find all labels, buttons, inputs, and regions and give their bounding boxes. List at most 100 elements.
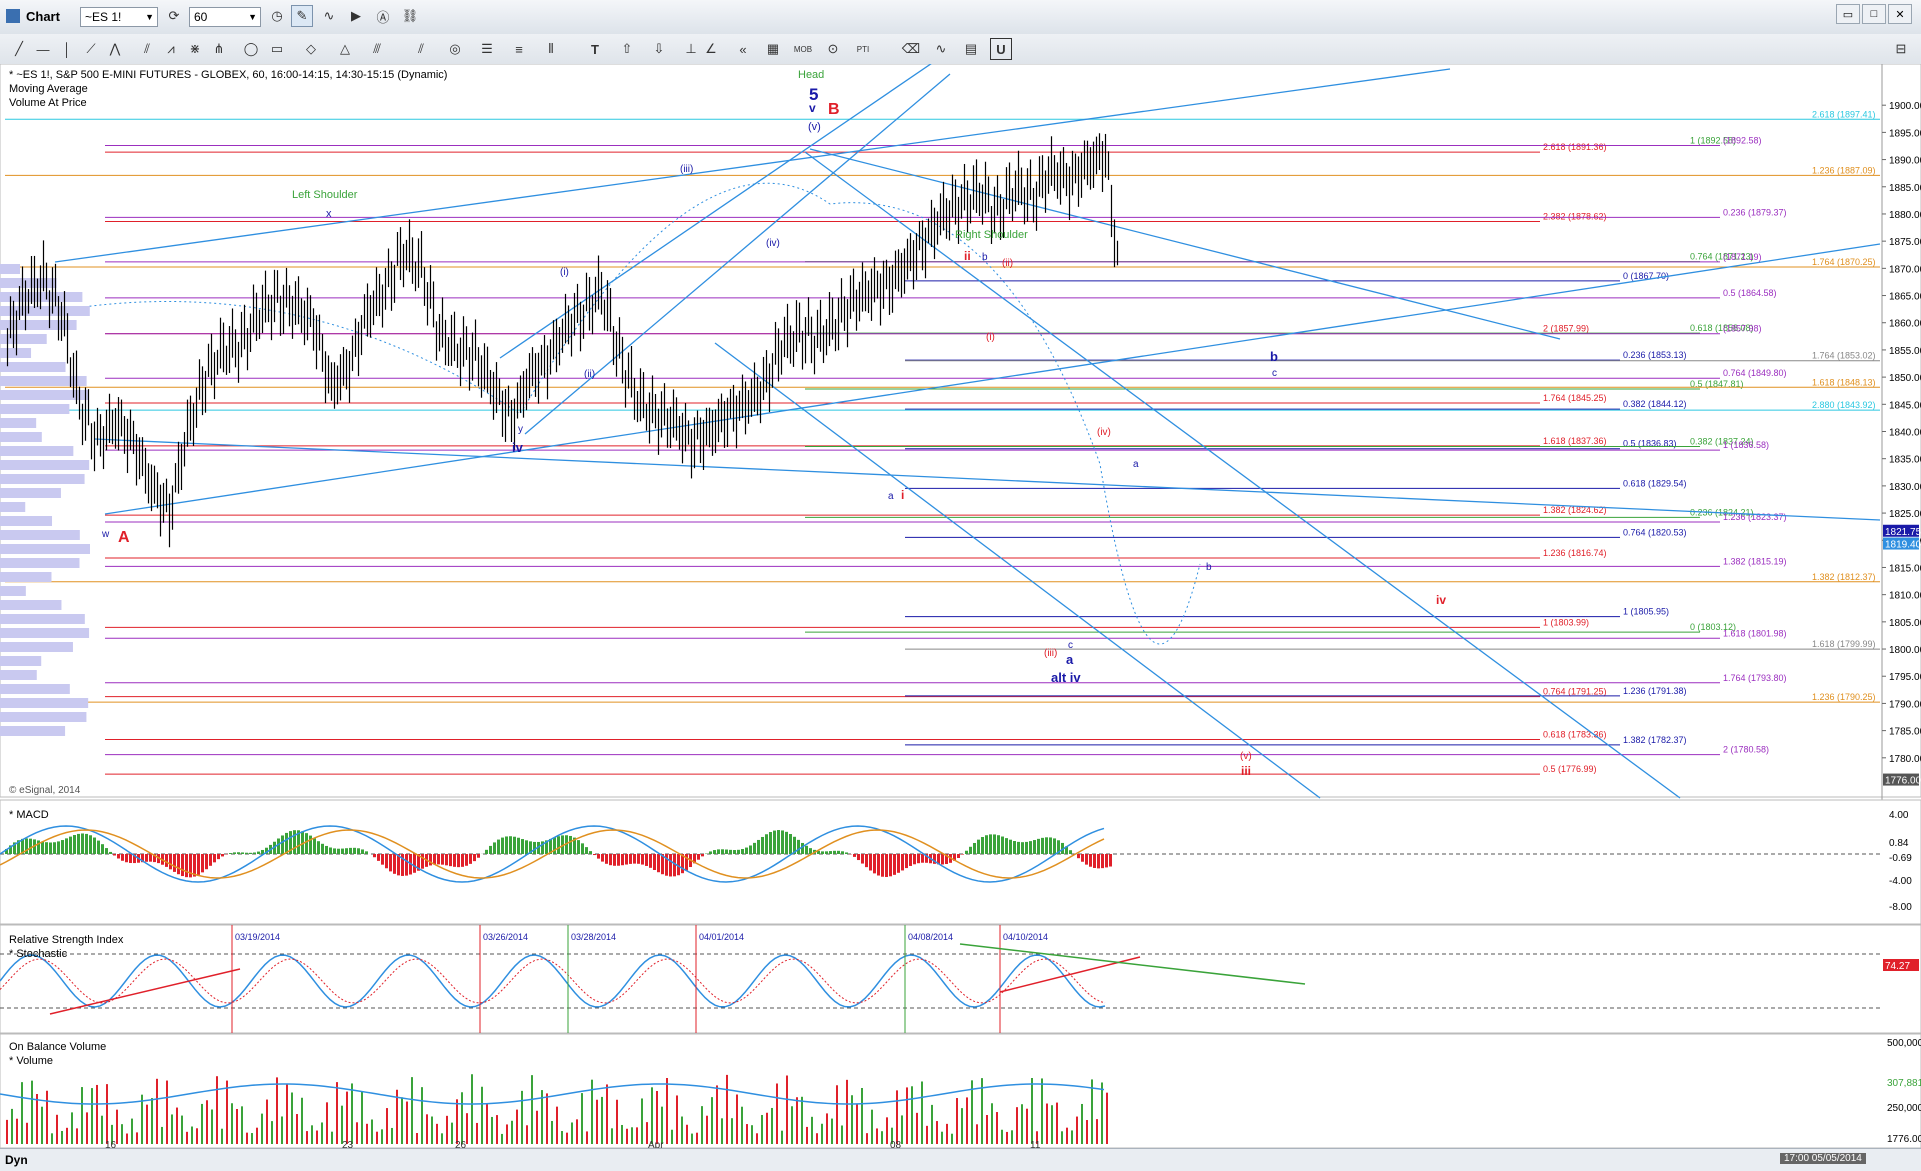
macd-histogram-bar xyxy=(113,854,116,855)
macd-histogram-bar xyxy=(841,851,844,854)
cycle-icon[interactable]: ◎ xyxy=(444,38,466,60)
stamp-icon[interactable]: ⊥ xyxy=(680,38,702,60)
fan-icon[interactable]: ⩘ xyxy=(160,38,182,60)
price-tick-label: 1835.00 xyxy=(1889,455,1921,466)
macd-histogram-bar xyxy=(337,849,340,854)
macd-histogram-bar xyxy=(213,854,216,862)
fib-time-icon[interactable]: ⦀ xyxy=(540,38,562,60)
ellipse-icon[interactable]: ◯ xyxy=(240,38,262,60)
pencil-icon[interactable]: ✎ xyxy=(291,5,313,27)
angle-icon[interactable]: ∠ xyxy=(700,38,722,60)
volume-bar xyxy=(451,1123,453,1144)
link-icon[interactable]: ⛓ xyxy=(399,5,421,27)
volume-bar xyxy=(91,1088,93,1144)
macd-histogram-bar xyxy=(577,840,580,854)
volume-bar xyxy=(726,1075,728,1144)
parallel-icon[interactable]: ⫻ xyxy=(366,38,388,60)
text-tool-icon[interactable]: T xyxy=(584,38,606,60)
fib-level-label: 0.5 (1776.99) xyxy=(1543,764,1597,774)
price-tick-label: 1840.00 xyxy=(1889,428,1921,439)
volume-bar xyxy=(841,1125,843,1144)
volume-bar xyxy=(616,1100,618,1144)
volume-bar xyxy=(496,1115,498,1144)
back-arrows-icon[interactable]: « xyxy=(732,38,754,60)
fib-level-label: 1.236 (1790.25) xyxy=(1812,692,1876,702)
symbol-input[interactable]: ~ES 1!▼ xyxy=(80,7,158,27)
macd-histogram-bar xyxy=(861,854,864,864)
fib-extension-icon[interactable]: ≡ xyxy=(508,38,530,60)
vertical-line-icon[interactable]: │ xyxy=(56,38,78,60)
volume-bar xyxy=(171,1114,173,1144)
refresh-icon[interactable]: ⟳ xyxy=(163,5,185,27)
diamond-icon[interactable]: ◇ xyxy=(300,38,322,60)
macd-histogram-bar xyxy=(69,837,72,854)
eraser-icon[interactable]: ⌫ xyxy=(900,38,922,60)
zigzag-icon[interactable]: ⋀ xyxy=(104,38,126,60)
volume-at-price-bar xyxy=(0,628,89,638)
price-tick-label: 1825.00 xyxy=(1889,509,1921,520)
magnet-icon[interactable]: U xyxy=(990,38,1012,60)
close-button[interactable]: ✕ xyxy=(1888,4,1912,24)
macd-histogram-bar xyxy=(349,848,352,854)
history-icon[interactable]: ◷ xyxy=(266,5,288,27)
volume-bar xyxy=(431,1117,433,1144)
ray-icon[interactable]: ⟋ xyxy=(80,38,102,60)
rectangle-icon[interactable]: ▭ xyxy=(266,38,288,60)
volume-bar xyxy=(301,1098,303,1144)
wave-label: (i) xyxy=(986,332,995,343)
macd-histogram-bar xyxy=(389,854,392,871)
fib-level-label: 0.618 (1829.54) xyxy=(1623,478,1687,488)
chevron-down-icon: ▼ xyxy=(248,8,257,26)
macd-histogram-bar xyxy=(889,854,892,876)
macd-histogram-bar xyxy=(713,850,716,854)
fib-level-label: 1.618 (1837.36) xyxy=(1543,436,1607,446)
macd-histogram-bar xyxy=(77,834,80,854)
grid-icon[interactable]: ▦ xyxy=(762,38,784,60)
volume-bar xyxy=(601,1097,603,1144)
pitchfork-icon[interactable]: ⋔ xyxy=(208,38,230,60)
volume-bar xyxy=(606,1084,608,1144)
volume-bar xyxy=(21,1082,23,1144)
macd-histogram-bar xyxy=(1037,839,1040,854)
wave-label: a xyxy=(888,491,894,502)
alert-icon[interactable]: Ⓐ xyxy=(372,5,394,27)
macd-histogram-bar xyxy=(365,851,368,854)
macd-histogram-bar xyxy=(721,849,724,854)
mob-icon[interactable]: MOB xyxy=(792,38,814,60)
macd-histogram-bar xyxy=(1013,841,1016,854)
volume-bar xyxy=(956,1098,958,1144)
gann-icon[interactable]: ⋇ xyxy=(184,38,206,60)
volume-bar xyxy=(831,1119,833,1144)
volume-bar xyxy=(691,1134,693,1144)
play-icon[interactable]: ▶ xyxy=(345,5,367,27)
macd-histogram-bar xyxy=(645,854,648,866)
line-tool-icon[interactable]: ╱ xyxy=(8,38,30,60)
price-tick-label: 1795.00 xyxy=(1889,672,1921,683)
wave-label: x xyxy=(326,208,332,220)
macd-histogram-bar xyxy=(45,842,48,854)
channel-icon[interactable]: ⫽ xyxy=(136,38,158,60)
arrow-down-icon[interactable]: ⇩ xyxy=(648,38,670,60)
chat-icon[interactable]: ▤ xyxy=(960,38,982,60)
macd-histogram-bar xyxy=(1005,838,1008,854)
chart-style-icon[interactable]: ∿ xyxy=(318,5,340,27)
arrow-up-icon[interactable]: ⇧ xyxy=(616,38,638,60)
fib-retracement-icon[interactable]: ☰ xyxy=(476,38,498,60)
volume-bar xyxy=(511,1121,513,1144)
macd-histogram-bar xyxy=(729,850,732,854)
interval-input[interactable]: 60▼ xyxy=(189,7,261,27)
volume-bar xyxy=(681,1117,683,1144)
horizontal-line-icon[interactable]: — xyxy=(32,38,54,60)
macd-histogram-bar xyxy=(205,854,208,869)
pti-icon[interactable]: PTI xyxy=(852,38,874,60)
triangle-icon[interactable]: △ xyxy=(334,38,356,60)
chart-area[interactable]: 2.618 (1891.36)2.382 (1878.62)2 (1857.99… xyxy=(0,64,1921,1148)
maximize-button[interactable]: □ xyxy=(1862,4,1886,24)
minimize-button[interactable]: ▭ xyxy=(1836,4,1860,24)
volume-bar xyxy=(441,1133,443,1144)
cd-icon[interactable]: ⊙ xyxy=(822,38,844,60)
collapse-icon[interactable]: ⊟ xyxy=(1890,38,1912,60)
wave-icon[interactable]: ∿ xyxy=(930,38,952,60)
regression-icon[interactable]: ⫽ xyxy=(410,38,432,60)
macd-histogram-bar xyxy=(585,847,588,854)
